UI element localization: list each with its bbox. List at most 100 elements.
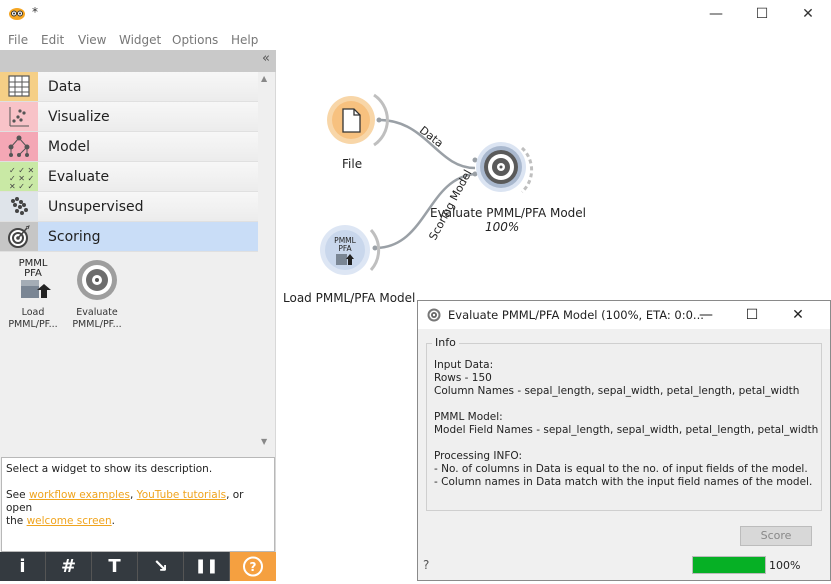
tool-label: PMML/PF...: [72, 319, 122, 330]
description-text: the: [6, 515, 27, 527]
description-text: Select a widget to show its description.: [6, 463, 213, 475]
info-line: Processing INFO:: [434, 450, 523, 462]
node-label-evaluate: Evaluate PMML/PFA Model: [430, 206, 586, 220]
info-line: - No. of columns in Data is equal to the…: [434, 463, 808, 475]
help-glyph: ?: [250, 560, 257, 574]
dock-header: «: [0, 50, 276, 72]
dialog-close-button[interactable]: ✕: [775, 301, 821, 329]
menu-bar: File Edit View Widget Options Help: [0, 30, 831, 50]
pmml-icon: PMML PFA: [19, 258, 51, 298]
dock-bottom-toolbar: i # T ↘ ❚❚ ?: [0, 552, 276, 581]
load-output-anchor[interactable]: [372, 245, 378, 251]
target-icon: [0, 222, 38, 251]
help-icon: ?: [243, 556, 263, 577]
category-label: Unsupervised: [48, 199, 144, 215]
maximize-button[interactable]: ☐: [739, 0, 785, 30]
description-links-2: the welcome screen.: [6, 515, 270, 528]
file-icon: [342, 108, 361, 133]
pause-button[interactable]: ❚❚: [184, 552, 230, 581]
node-label-load-pmml: Load PMML/PFA Model: [283, 291, 416, 305]
description-text: .: [111, 515, 116, 527]
welcome-screen-link[interactable]: welcome screen: [27, 515, 112, 527]
category-model[interactable]: Model: [0, 132, 258, 162]
tool-label: PMML/PF...: [8, 319, 58, 330]
help-icon[interactable]: ?: [423, 558, 429, 572]
tool-load-pmml[interactable]: PMML PFA Load PMML/PF...: [0, 256, 66, 331]
info-button[interactable]: i: [0, 552, 46, 581]
evaluate-icon: [427, 308, 441, 325]
menu-view[interactable]: View: [78, 33, 106, 47]
description-links: See workflow examples, YouTube tutorials…: [6, 489, 270, 515]
node-label-file: File: [342, 157, 363, 171]
evaluate-icon: [77, 260, 117, 300]
minimize-button[interactable]: —: [693, 0, 739, 30]
scroll-up-icon[interactable]: ▲: [261, 74, 267, 83]
tree-icon: [0, 132, 38, 161]
category-unsupervised[interactable]: Unsupervised: [0, 192, 258, 222]
menu-options[interactable]: Options: [172, 33, 218, 47]
tool-evaluate-pmml[interactable]: Evaluate PMML/PF...: [64, 256, 130, 331]
progress-fill: [693, 557, 765, 573]
table-icon: [0, 72, 38, 101]
tool-label: Evaluate: [76, 307, 118, 318]
score-button[interactable]: Score: [740, 526, 812, 546]
info-group-title: Info: [432, 336, 459, 349]
scatter-icon: [0, 102, 38, 131]
tool-label: Load: [21, 307, 45, 318]
grid-button[interactable]: #: [46, 552, 92, 581]
menu-edit[interactable]: Edit: [41, 33, 64, 47]
arrow-annotation-button[interactable]: ↘: [138, 552, 184, 581]
dialog-minimize-button[interactable]: —: [683, 301, 729, 329]
window-title: *: [32, 5, 38, 19]
dialog-maximize-button[interactable]: ☐: [729, 301, 775, 329]
help-button[interactable]: ?: [230, 552, 276, 581]
collapse-dock-button[interactable]: «: [262, 51, 270, 66]
checklist-icon: ✓ ✓ ✕ ✓ ✕ ✓ ✕ ✓ ✓: [0, 162, 38, 191]
progress-bar: [692, 556, 766, 574]
pfa-icon-text: PFA: [338, 244, 352, 253]
category-scoring[interactable]: Scoring: [0, 222, 258, 252]
category-data[interactable]: Data: [0, 72, 258, 102]
dock-scrollbar[interactable]: ▲ ▼: [259, 72, 273, 449]
pfa-icon-text: PFA: [24, 268, 42, 279]
scroll-down-icon[interactable]: ▼: [261, 437, 267, 446]
load-pmml-node[interactable]: PMML PFA: [320, 225, 381, 275]
category-label: Visualize: [48, 109, 110, 125]
progress-label: 100%: [769, 559, 801, 572]
widget-dock: « Data Visualize Model ✓ ✓ ✕ ✓ ✕ ✓ ✕ ✓ ✓ E…: [0, 50, 276, 581]
category-label: Data: [48, 79, 82, 95]
menu-widget[interactable]: Widget: [119, 33, 161, 47]
category-label: Scoring: [48, 229, 101, 245]
evaluate-dialog: Evaluate PMML/PFA Model (100%, ETA: 0:0.…: [417, 300, 831, 581]
dialog-title: Evaluate PMML/PFA Model (100%, ETA: 0:0.…: [448, 308, 704, 322]
info-line: Rows - 150: [434, 372, 492, 384]
workflow-examples-link[interactable]: workflow examples: [29, 489, 130, 501]
orange-logo-icon: [8, 6, 26, 22]
dialog-title-bar: Evaluate PMML/PFA Model (100%, ETA: 0:0.…: [418, 301, 830, 329]
description-text: See: [6, 489, 29, 501]
toolbox: PMML PFA Load PMML/PF... Evaluate PMML/P…: [0, 252, 258, 447]
menu-help[interactable]: Help: [231, 33, 258, 47]
category-visualize[interactable]: Visualize: [0, 102, 258, 132]
title-bar: * — ☐ ✕: [0, 0, 831, 30]
category-evaluate[interactable]: ✓ ✓ ✕ ✓ ✕ ✓ ✕ ✓ ✓ Evaluate: [0, 162, 258, 192]
category-label: Model: [48, 139, 91, 155]
info-line: Model Field Names - sepal_length, sepal_…: [434, 424, 819, 436]
svg-text:✕ ✓ ✓: ✕ ✓ ✓: [9, 182, 34, 191]
cluster-icon: [0, 192, 38, 221]
close-button[interactable]: ✕: [785, 0, 831, 30]
node-status-evaluate: 100%: [485, 220, 520, 234]
file-output-anchor[interactable]: [376, 117, 382, 123]
evaluate-icon: [484, 150, 518, 184]
menu-file[interactable]: File: [8, 33, 28, 47]
description-text: ,: [129, 489, 137, 501]
info-line: Column Names - sepal_length, sepal_width…: [434, 385, 800, 397]
widget-description: Select a widget to show its description.…: [1, 457, 275, 552]
info-line: Input Data:: [434, 359, 494, 371]
info-line: - Column names in Data match with the in…: [434, 476, 813, 488]
youtube-tutorials-link[interactable]: YouTube tutorials: [137, 489, 226, 501]
info-line: PMML Model:: [434, 411, 503, 423]
evaluate-node[interactable]: [476, 142, 534, 194]
category-label: Evaluate: [48, 169, 110, 185]
text-annotation-button[interactable]: T: [92, 552, 138, 581]
